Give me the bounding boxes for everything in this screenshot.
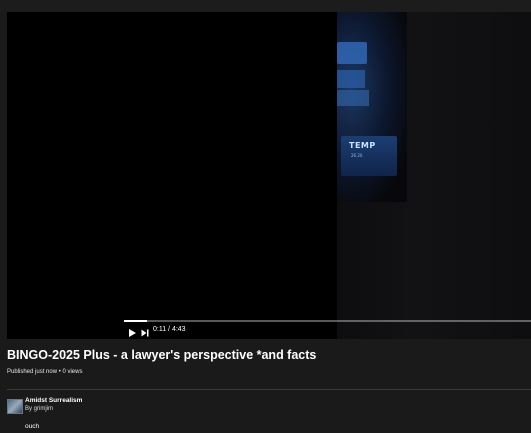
play-icon [129,329,136,337]
video-frame-light [337,42,367,64]
skip-next-button[interactable] [140,325,150,337]
video-frame-screen-text: TEMP [349,141,376,150]
channel-avatar[interactable] [7,399,23,414]
skip-next-icon [141,329,149,337]
play-button[interactable] [127,325,137,337]
video-frame-light [337,70,365,88]
player-controls: 0:11 / 4:43 [124,317,531,339]
progress-bar-fill [124,320,148,322]
divider [7,389,531,390]
time-display: 0:11 / 4:43 [153,326,186,333]
video-title: BINGO-2025 Plus - a lawyer's perspective… [7,348,317,362]
video-player[interactable]: TEMP 26.20 0:11 / 4:43 [7,12,531,339]
video-description: ouch [25,423,40,430]
video-frame-screen-subtext: 26.20 [351,153,363,158]
channel-name-link[interactable]: Amidst Surrealism [25,397,82,404]
channel-owner: By grimjim [25,406,53,412]
video-frame-screen: TEMP 26.20 [341,136,397,176]
video-meta: Published just now • 0 views [7,369,83,375]
video-frame-light [337,90,369,106]
top-bar [0,0,531,12]
progress-bar[interactable] [124,320,531,322]
